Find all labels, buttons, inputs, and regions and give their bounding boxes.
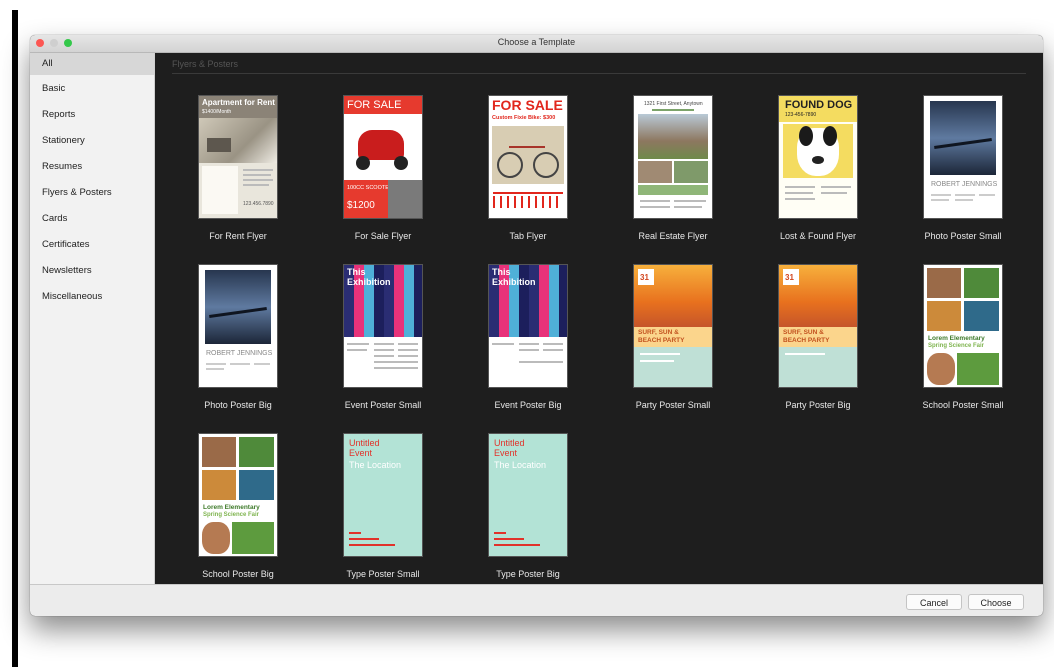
template-label: Type Poster Small [346, 569, 420, 579]
template-label: Type Poster Big [496, 569, 560, 579]
thumbnail: Apartment for Rent $1400/Month 123.456.7… [198, 95, 278, 219]
sidebar-item-certificates[interactable]: Certificates [30, 234, 154, 256]
template-chooser-window: Choose a Template All Basic Reports Stat… [30, 35, 1043, 616]
template-label: School Poster Small [922, 400, 1004, 410]
sidebar-item-all[interactable]: All [30, 53, 154, 75]
template-party-poster-big[interactable]: 31 SURF, SUN & BEACH PARTY Party Poster … [758, 264, 878, 424]
template-event-poster-small[interactable]: This Exhibition Event Poster Small [323, 264, 443, 424]
sidebar-item-newsletters[interactable]: Newsletters [30, 260, 154, 282]
template-grid: Flyers & Posters Apartment for Rent $140… [155, 53, 1043, 584]
template-for-rent-flyer[interactable]: Apartment for Rent $1400/Month 123.456.7… [178, 95, 298, 255]
sidebar-item-stationery[interactable]: Stationery [30, 130, 154, 152]
template-label: Event Poster Small [344, 400, 422, 410]
thumbnail: This Exhibition [488, 264, 568, 388]
template-type-poster-small[interactable]: Untitled Event The Location Type Poster … [323, 433, 443, 593]
thumbnail: 1321 First Street, Anytown [633, 95, 713, 219]
sidebar-item-resumes[interactable]: Resumes [30, 156, 154, 178]
template-lost-found-flyer[interactable]: FOUND DOG 123-456-7890 Lost & Found Flye… [758, 95, 878, 255]
thumbnail: 31 SURF, SUN & BEACH PARTY [633, 264, 713, 388]
template-label: For Sale Flyer [354, 231, 412, 241]
template-label: For Rent Flyer [209, 231, 267, 241]
thumbnail: Lorem Elementary Spring Science Fair [198, 433, 278, 557]
thumbnail: 31 SURF, SUN & BEACH PARTY [778, 264, 858, 388]
thumbnail: ROBERT JENNINGS [198, 264, 278, 388]
template-photo-poster-big[interactable]: ROBERT JENNINGS Photo Poster Big [178, 264, 298, 424]
sidebar-item-flyers-posters[interactable]: Flyers & Posters [30, 182, 154, 204]
template-event-poster-big[interactable]: This Exhibition Event Poster Big [468, 264, 588, 424]
template-label: Lost & Found Flyer [779, 231, 857, 241]
category-sidebar: All Basic Reports Stationery Resumes Fly… [30, 53, 155, 584]
template-for-sale-flyer[interactable]: FOR SALE 100CC SCOOTER $1200 For Sale Fl… [323, 95, 443, 255]
sidebar-item-miscellaneous[interactable]: Miscellaneous [30, 286, 154, 308]
title-bar: Choose a Template [30, 35, 1043, 53]
thumbnail: This Exhibition [343, 264, 423, 388]
template-tab-flyer[interactable]: FOR SALE Custom Fixie Bike: $300 Tab Fly… [468, 95, 588, 255]
cancel-button[interactable]: Cancel [906, 594, 962, 610]
template-school-poster-small[interactable]: Lorem Elementary Spring Science Fair Sch… [903, 264, 1023, 424]
thumbnail: FOR SALE 100CC SCOOTER $1200 [343, 95, 423, 219]
footer-bar: Cancel Choose [30, 584, 1043, 616]
sidebar-item-basic[interactable]: Basic [30, 78, 154, 100]
thumbnail: ROBERT JENNINGS [923, 95, 1003, 219]
template-label: Party Poster Big [785, 400, 851, 410]
template-label: Event Poster Big [494, 400, 562, 410]
thumbnail: Lorem Elementary Spring Science Fair [923, 264, 1003, 388]
template-label: Photo Poster Small [924, 231, 1002, 241]
template-photo-poster-small[interactable]: ROBERT JENNINGS Photo Poster Small [903, 95, 1023, 255]
template-real-estate-flyer[interactable]: 1321 First Street, Anytown Real Estate F… [613, 95, 733, 255]
left-edge-bar [12, 10, 18, 667]
template-type-poster-big[interactable]: Untitled Event The Location Type Poster … [468, 433, 588, 593]
thumbnail: Untitled Event The Location [488, 433, 568, 557]
template-label: Party Poster Small [635, 400, 711, 410]
template-label: Photo Poster Big [204, 400, 272, 410]
sidebar-item-cards[interactable]: Cards [30, 208, 154, 230]
choose-button[interactable]: Choose [968, 594, 1024, 610]
thumbnail: Untitled Event The Location [343, 433, 423, 557]
template-party-poster-small[interactable]: 31 SURF, SUN & BEACH PARTY Party Poster … [613, 264, 733, 424]
template-label: Tab Flyer [509, 231, 547, 241]
section-divider [172, 73, 1026, 74]
window-title: Choose a Template [497, 37, 576, 47]
template-school-poster-big[interactable]: Lorem Elementary Spring Science Fair Sch… [178, 433, 298, 593]
sidebar-item-reports[interactable]: Reports [30, 104, 154, 126]
template-label: Real Estate Flyer [638, 231, 708, 241]
template-label: School Poster Big [202, 569, 274, 579]
thumbnail: FOUND DOG 123-456-7890 [778, 95, 858, 219]
thumbnail: FOR SALE Custom Fixie Bike: $300 [488, 95, 568, 219]
section-title: Flyers & Posters [172, 59, 239, 69]
